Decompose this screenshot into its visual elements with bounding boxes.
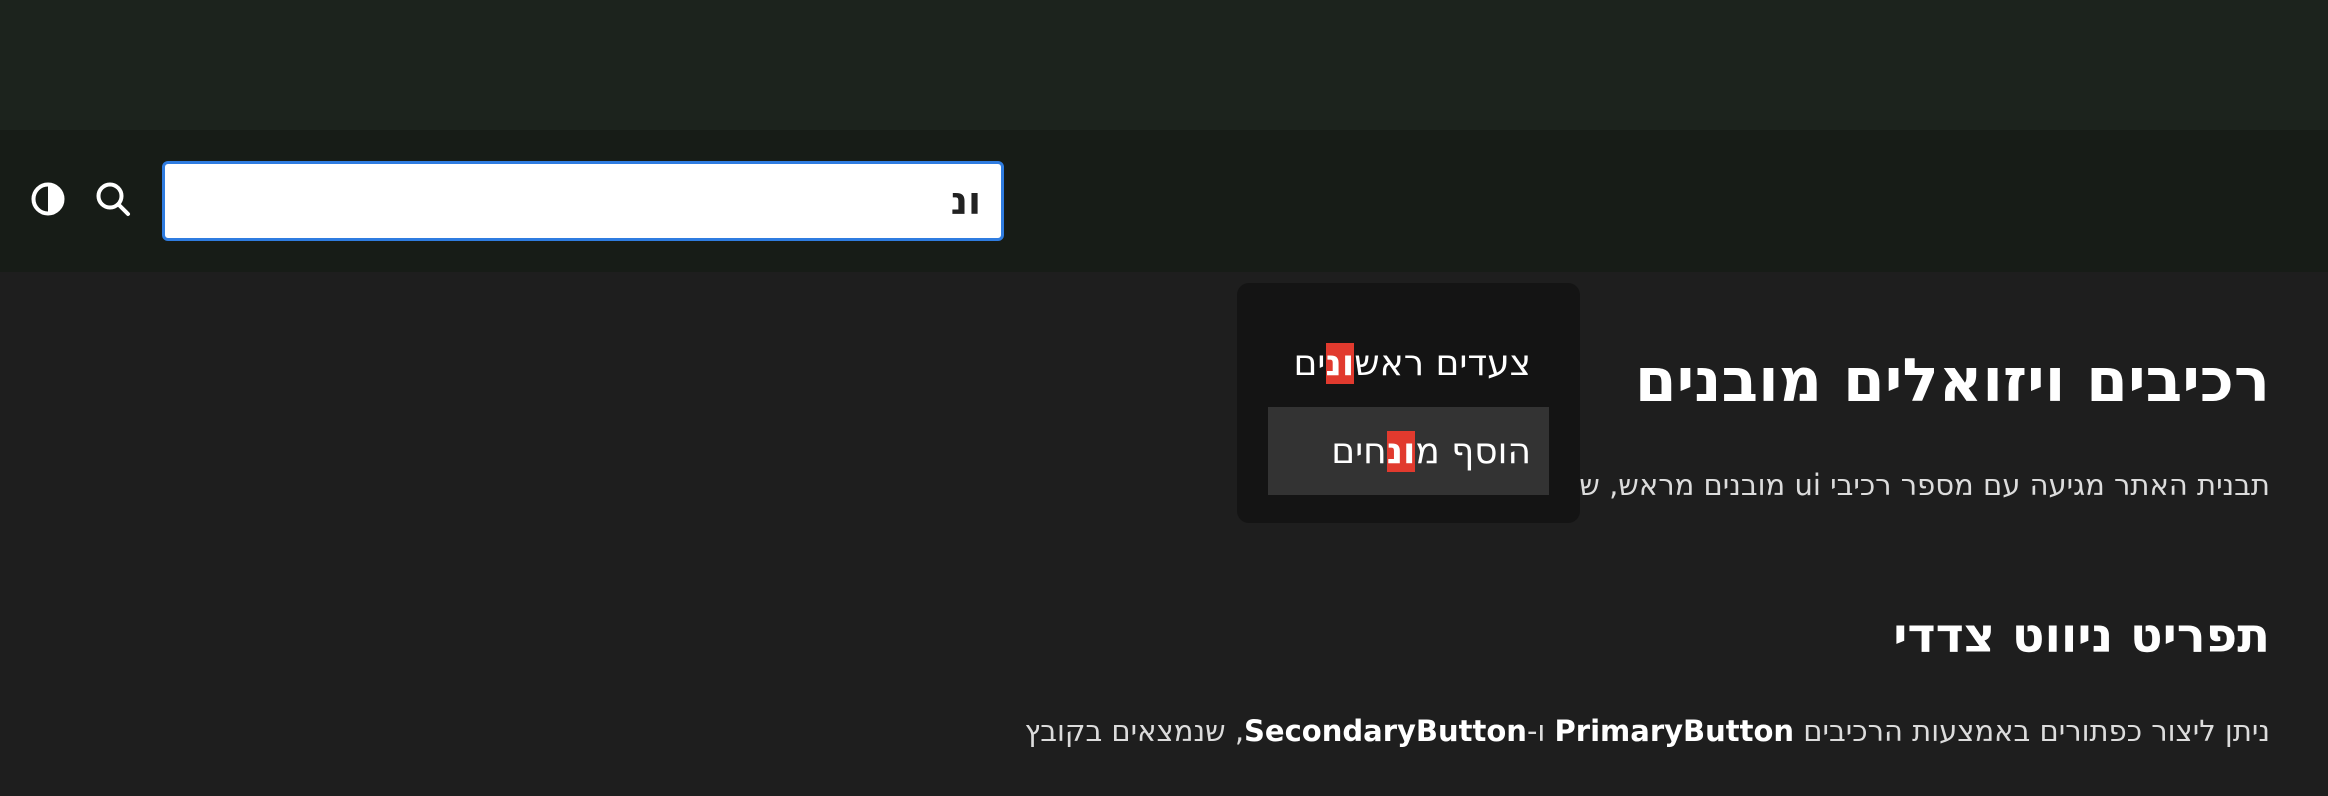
contrast-icon xyxy=(31,182,65,216)
search-input[interactable] xyxy=(162,161,1004,241)
search-results-dropdown: צעדים ראש ונ ים הוסף מ ונ חים xyxy=(1237,283,1580,523)
code-secondary-button: SecondaryButton xyxy=(1244,714,1527,748)
top-band xyxy=(0,0,2328,130)
result-text-after: ים xyxy=(1293,342,1326,384)
section-desc-end: , שנמצאים בקובץ xyxy=(1024,714,1245,748)
section-description: ניתן ליצור כפתורים באמצעות הרכיבים Prima… xyxy=(1025,714,2270,748)
search-button[interactable] xyxy=(85,171,141,227)
theme-toggle-button[interactable] xyxy=(20,171,76,227)
section-desc-mid: ו- xyxy=(1526,714,1555,748)
result-text-after: חים xyxy=(1331,430,1387,472)
section-desc-start: ניתן ליצור כפתורים באמצעות הרכיבים xyxy=(1794,714,2270,748)
page-title: רכיבים ויזואלים מובנים xyxy=(1634,346,2270,416)
section-title: תפריט ניווט צדדי xyxy=(1893,608,2270,664)
result-text-before: הוסף מ xyxy=(1415,430,1531,472)
search-icon xyxy=(96,182,130,216)
search-result-item[interactable]: צעדים ראש ונ ים xyxy=(1268,319,1549,407)
code-primary-button: PrimaryButton xyxy=(1554,714,1795,748)
main-content: רכיבים ויזואלים מובנים תבנית האתר מגיעה … xyxy=(0,272,2328,796)
search-result-item-active[interactable]: הוסף מ ונ חים xyxy=(1268,407,1549,495)
result-text-before: צעדים ראש xyxy=(1354,342,1531,384)
result-match-highlight: ונ xyxy=(1325,342,1355,384)
result-match-highlight: ונ xyxy=(1386,430,1416,472)
